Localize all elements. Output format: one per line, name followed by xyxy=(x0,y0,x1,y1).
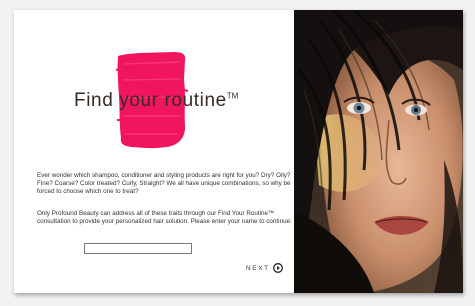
instructions-paragraph: Only Profound Beauty can address all of … xyxy=(37,210,292,225)
woman-portrait-image xyxy=(294,10,463,293)
name-input[interactable] xyxy=(84,243,192,254)
trademark-mark: TM xyxy=(226,91,239,101)
next-label: NEXT xyxy=(246,264,270,272)
consultation-card: Find your routineTM Ever wonder which sh… xyxy=(14,10,463,293)
hero-photo xyxy=(294,10,463,293)
title-text: Find your routine xyxy=(74,90,227,111)
play-circle-icon xyxy=(272,263,283,273)
next-button[interactable]: NEXT xyxy=(246,263,283,273)
intro-paragraph: Ever wonder which shampoo, conditioner a… xyxy=(37,172,291,195)
intro-panel: Find your routineTM Ever wonder which sh… xyxy=(14,10,294,293)
page-title: Find your routineTM xyxy=(74,90,238,112)
